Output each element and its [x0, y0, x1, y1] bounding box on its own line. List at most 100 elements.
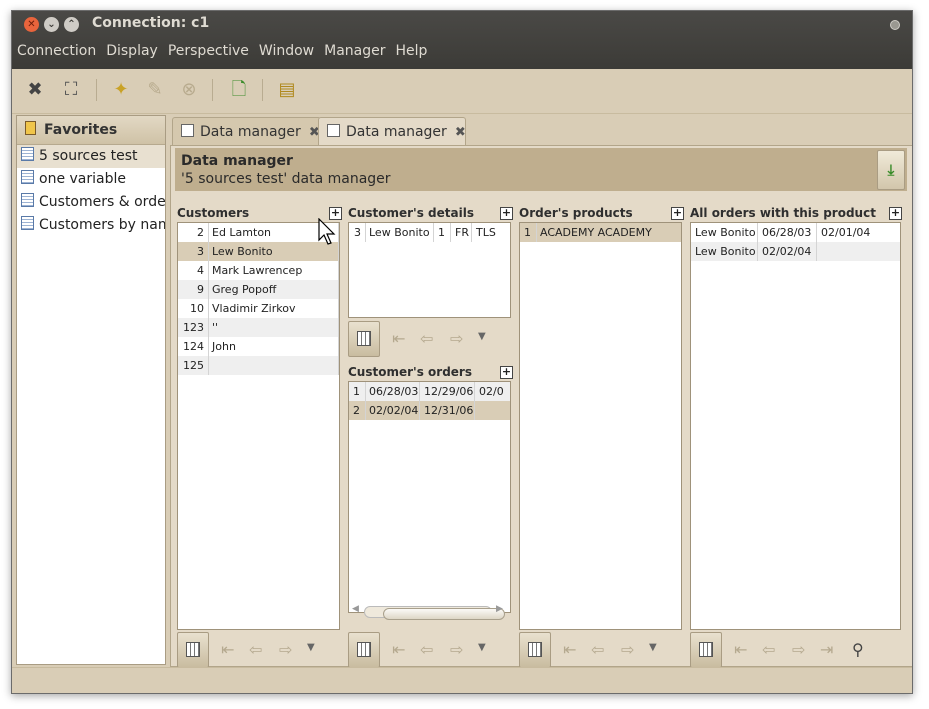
previous-record-icon[interactable]: ⇦: [762, 640, 775, 659]
first-record-icon[interactable]: ⇤: [563, 640, 576, 659]
previous-record-icon[interactable]: ⇦: [420, 329, 433, 348]
table-row[interactable]: 2 02/02/04 12/31/06: [349, 401, 510, 420]
fullscreen-button[interactable]: ⛶: [58, 77, 84, 103]
window-menu-icon[interactable]: [890, 20, 900, 30]
new-variable-button[interactable]: ✦: [108, 77, 134, 103]
table-cell: 3: [178, 242, 209, 261]
table-cell: [475, 401, 510, 420]
table-cell: [208, 356, 339, 375]
table-cell: 124: [178, 337, 209, 356]
table-row[interactable]: Lew Bonito 06/28/03 02/01/04: [691, 223, 900, 242]
close-tab-icon[interactable]: ✖: [455, 125, 466, 140]
search-icon[interactable]: ⚲: [852, 640, 864, 659]
delete-variable-button[interactable]: ⊗: [176, 77, 202, 103]
table-view-button[interactable]: [690, 632, 722, 668]
table-view-button[interactable]: [177, 632, 209, 668]
last-record-icon[interactable]: ⇥: [820, 640, 833, 659]
table-view-button[interactable]: [348, 321, 380, 357]
add-all-orders-icon[interactable]: +: [889, 207, 902, 220]
table-cell: 9: [178, 280, 209, 299]
edit-variable-button[interactable]: ✎: [142, 77, 168, 103]
previous-record-icon[interactable]: ⇦: [591, 640, 604, 659]
previous-record-icon[interactable]: ⇦: [249, 640, 262, 659]
scroll-track[interactable]: [364, 606, 505, 620]
toolbar-separator: [96, 79, 97, 101]
table-row[interactable]: 124 John: [178, 337, 339, 356]
menu-manager[interactable]: Manager: [319, 40, 390, 62]
previous-record-icon[interactable]: ⇦: [420, 640, 433, 659]
table-row[interactable]: 1 ACADEMY ACADEMY: [520, 223, 681, 242]
edit-icon: [327, 124, 340, 137]
disconnect-button[interactable]: ✖: [22, 77, 48, 103]
next-record-icon[interactable]: ⇨: [621, 640, 634, 659]
customer-orders-table[interactable]: 1 06/28/03 12/29/06 02/0 2 02/02/04 12/3…: [348, 381, 511, 613]
favorite-label: 5 sources test: [39, 148, 138, 164]
table-row[interactable]: 123 '': [178, 318, 339, 337]
dropdown-arrow-icon[interactable]: ▼: [478, 642, 486, 653]
favorite-item[interactable]: 5 sources test: [17, 145, 165, 168]
first-record-icon[interactable]: ⇤: [734, 640, 747, 659]
app-window: ✕ ⌄ ⌃ Connection: c1 Connection Display …: [11, 10, 913, 694]
table-row[interactable]: 3 Lew Bonito 1 FR TLS: [349, 223, 510, 242]
all-orders-table[interactable]: Lew Bonito 06/28/03 02/01/04 Lew Bonito …: [690, 222, 901, 630]
status-bar: [12, 667, 912, 693]
table-row[interactable]: 9 Greg Popoff: [178, 280, 339, 299]
favorite-item[interactable]: Customers & orders: [17, 191, 165, 214]
favorite-item[interactable]: Customers by name: [17, 214, 165, 237]
maximize-window-button[interactable]: ⌃: [64, 17, 79, 32]
table-cell: 1: [349, 382, 366, 401]
customers-table[interactable]: 2 Ed Lamton 3 Lew Bonito 4 Mark Lawrencep 9…: [177, 222, 340, 630]
customer-details-table[interactable]: 3 Lew Bonito 1 FR TLS: [348, 222, 511, 318]
table-icon: [186, 642, 200, 657]
dropdown-arrow-icon[interactable]: ▼: [649, 642, 657, 653]
next-record-icon[interactable]: ⇨: [279, 640, 292, 659]
menu-perspective[interactable]: Perspective: [163, 40, 254, 62]
table-row[interactable]: 4 Mark Lawrencep: [178, 261, 339, 280]
first-record-icon[interactable]: ⇤: [392, 640, 405, 659]
first-record-icon[interactable]: ⇤: [392, 329, 405, 348]
first-record-icon[interactable]: ⇤: [221, 640, 234, 659]
table-cell: 2: [349, 401, 366, 420]
table-icon: [699, 642, 713, 657]
menu-connection[interactable]: Connection: [12, 40, 101, 62]
close-window-button[interactable]: ✕: [24, 17, 39, 32]
table-row[interactable]: 10 Vladimir Zirkov: [178, 299, 339, 318]
tab-data-manager-1[interactable]: Data manager ✖: [172, 117, 321, 146]
table-row[interactable]: 3 Lew Bonito: [178, 242, 339, 261]
customer-details-navigator: ⇤ ⇦ ⇨ ▼: [348, 321, 508, 357]
next-record-icon[interactable]: ⇨: [450, 329, 463, 348]
menu-help[interactable]: Help: [391, 40, 433, 62]
scroll-left-icon[interactable]: ◀: [352, 604, 359, 614]
table-cell: 02/01/04: [821, 226, 871, 239]
all-orders-navigator: ⇤ ⇦ ⇨ ⇥ ⚲: [690, 632, 890, 668]
favorite-label: one variable: [39, 171, 126, 187]
next-record-icon[interactable]: ⇨: [450, 640, 463, 659]
order-products-table[interactable]: 1 ACADEMY ACADEMY: [519, 222, 682, 630]
table-icon: [21, 216, 34, 230]
horizontal-scrollbar[interactable]: ◀ ▶: [348, 604, 508, 620]
table-row[interactable]: 2 Ed Lamton: [178, 223, 339, 242]
next-record-icon[interactable]: ⇨: [792, 640, 805, 659]
minimize-window-button[interactable]: ⌄: [44, 17, 59, 32]
add-order-products-icon[interactable]: +: [671, 207, 684, 220]
add-customer-details-icon[interactable]: +: [500, 207, 513, 220]
scroll-right-icon[interactable]: ▶: [496, 604, 503, 614]
favorite-item[interactable]: one variable: [17, 168, 165, 191]
menu-window[interactable]: Window: [254, 40, 319, 62]
table-view-button[interactable]: [348, 632, 380, 668]
table-row[interactable]: 125: [178, 356, 339, 375]
new-document-button[interactable]: 🗋: [226, 77, 252, 103]
menu-display[interactable]: Display: [101, 40, 163, 62]
table-row[interactable]: Lew Bonito 02/02/04: [691, 242, 900, 261]
download-button[interactable]: ⤓: [877, 150, 905, 190]
all-orders-title: All orders with this product: [690, 206, 876, 220]
scroll-thumb[interactable]: [383, 608, 505, 620]
tab-data-manager-2[interactable]: Data manager ✖: [318, 117, 466, 146]
table-view-button[interactable]: [519, 632, 551, 668]
table-cell: 02/0: [479, 385, 504, 398]
dropdown-arrow-icon[interactable]: ▼: [307, 642, 315, 653]
add-customer-orders-icon[interactable]: +: [500, 366, 513, 379]
table-row[interactable]: 1 06/28/03 12/29/06 02/0: [349, 382, 510, 401]
dropdown-arrow-icon[interactable]: ▼: [478, 331, 486, 342]
open-report-button[interactable]: ▤: [274, 77, 300, 103]
